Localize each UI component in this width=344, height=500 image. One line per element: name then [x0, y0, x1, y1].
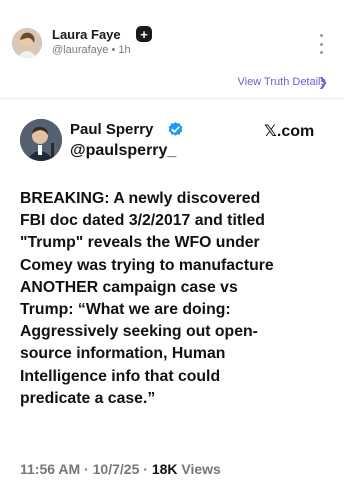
post-footer-meta: 11:56 AM · 10/7/25 · 18K Views — [20, 461, 221, 477]
meta-dot: · — [84, 461, 89, 477]
author-meta: @laurafaye • 1h — [52, 44, 131, 56]
verified-badge-icon — [168, 122, 183, 136]
avatar-image — [12, 28, 42, 58]
more-vertical-icon[interactable] — [316, 34, 326, 54]
author-avatar[interactable] — [12, 28, 42, 58]
quoted-author-name[interactable]: Paul Sperry — [70, 121, 153, 138]
post-body-text: BREAKING: A newly discovered FBI doc dat… — [20, 190, 274, 407]
x-platform-logo: 𝕏.com — [264, 123, 315, 140]
author-handle[interactable]: @laurafaye — [52, 44, 108, 56]
quoted-author-avatar[interactable] — [20, 119, 62, 161]
divider — [0, 98, 344, 99]
views-label: Views — [181, 461, 221, 477]
post-header: Laura Faye + @laurafaye • 1h — [0, 0, 344, 70]
post-timestamp: 11:56 AM — [20, 461, 81, 477]
views-count: 18K — [151, 461, 178, 477]
quoted-avatar-image — [20, 119, 62, 161]
post-date: 10/7/25 — [92, 461, 140, 477]
post-time: 1h — [118, 44, 131, 56]
meta-dot: · — [143, 461, 148, 477]
plus-badge-icon: + — [136, 26, 152, 42]
quoted-author-handle[interactable]: @paulsperry_ — [70, 142, 176, 160]
author-name[interactable]: Laura Faye — [52, 27, 121, 42]
meta-separator: • — [111, 44, 116, 56]
chevron-right-icon[interactable]: ❯ — [318, 75, 328, 89]
view-truth-details-link[interactable]: View Truth Details — [238, 76, 326, 88]
